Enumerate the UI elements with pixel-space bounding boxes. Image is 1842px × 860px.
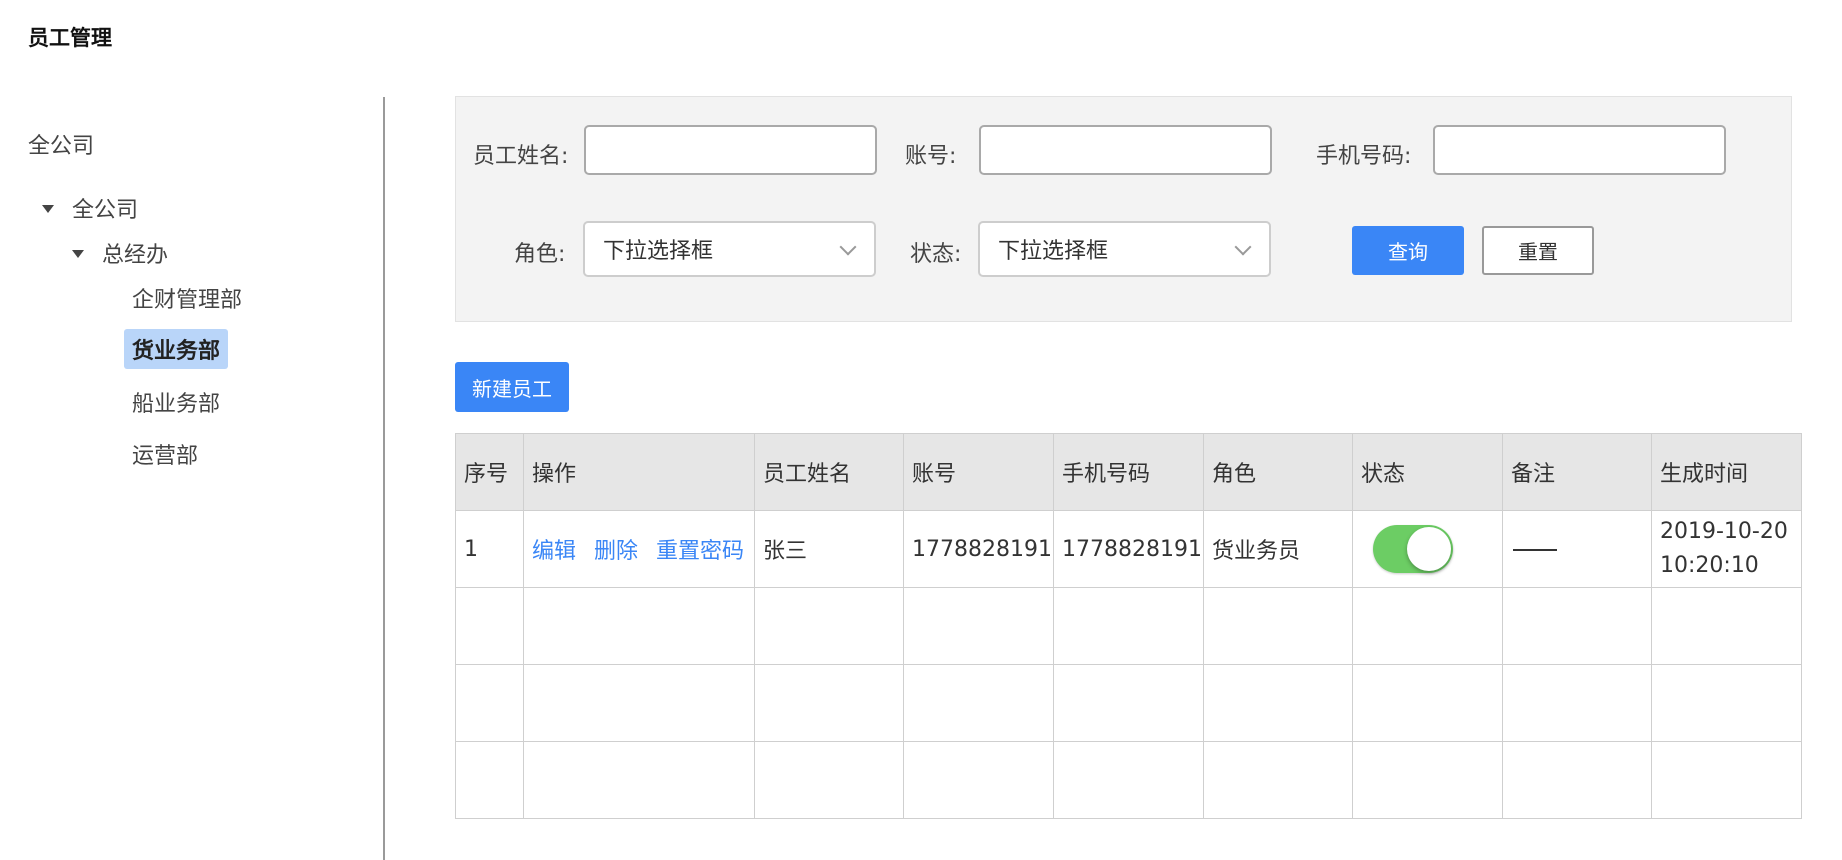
created-date: 2019-10-20 <box>1660 519 1788 544</box>
new-employee-button[interactable]: 新建员工 <box>455 362 569 412</box>
cell-actions: 编辑 删除 重置密码 <box>523 510 755 588</box>
tree-node-general-office[interactable]: 总经办 <box>72 237 168 269</box>
status-select-value: 下拉选择框 <box>998 239 1109 264</box>
cell-created: 2019-10-20 10:20:10 <box>1651 510 1802 588</box>
column-header-status: 状态 <box>1352 433 1503 511</box>
status-select[interactable]: 下拉选择框 <box>978 221 1271 277</box>
page-title: 员工管理 <box>28 26 112 50</box>
sidebar-company-label[interactable]: 全公司 <box>28 128 94 160</box>
column-header-role: 角色 <box>1203 433 1353 511</box>
caret-down-icon[interactable] <box>72 250 84 258</box>
chevron-down-icon <box>1234 238 1252 256</box>
tree-node-general-office-label: 总经办 <box>102 243 169 268</box>
cell-account: 17788281910 <box>903 510 1054 588</box>
employee-table: 序号 操作 员工姓名 账号 手机号码 角色 状态 备注 生成时间 1 编辑 删除重… <box>455 433 1802 819</box>
edit-link[interactable]: 编辑 <box>532 539 576 564</box>
role-label: 角色: <box>514 242 566 267</box>
name-label: 员工姓名: <box>473 144 569 169</box>
table-row-empty <box>455 664 1802 742</box>
table-row-empty <box>455 587 1802 665</box>
chevron-down-icon <box>839 238 857 256</box>
table-row: 1 编辑 删除 重置密码 张三 17788281910 17788281910 货业… <box>455 510 1802 588</box>
tree-leaf-operations[interactable]: 运营部 <box>124 434 206 474</box>
cell-index: 1 <box>455 510 524 588</box>
column-header-actions: 操作 <box>523 433 755 511</box>
sidebar-divider <box>383 97 385 860</box>
empty-dash-icon <box>1513 548 1557 551</box>
account-input[interactable] <box>979 125 1272 175</box>
column-header-created: 生成时间 <box>1651 433 1802 511</box>
created-time: 10:20:10 <box>1660 553 1759 578</box>
cell-remark <box>1502 510 1652 588</box>
reset-password-link[interactable]: 重置密码 <box>656 539 744 564</box>
tree-leaf-cargo[interactable]: 货业务部 <box>124 329 229 369</box>
account-label: 账号: <box>905 144 957 169</box>
status-toggle[interactable] <box>1373 525 1453 573</box>
cell-phone: 17788281910 <box>1053 510 1204 588</box>
cell-status <box>1352 510 1503 588</box>
tree-node-root[interactable]: 全公司 <box>42 192 138 224</box>
cell-role: 货业务员 <box>1203 510 1353 588</box>
phone-label: 手机号码: <box>1316 144 1412 169</box>
column-header-name: 员工姓名 <box>754 433 904 511</box>
phone-input[interactable] <box>1433 125 1726 175</box>
tree-node-root-label: 全公司 <box>72 198 139 223</box>
role-select-value: 下拉选择框 <box>603 239 714 264</box>
tree-leaf-shipping[interactable]: 船业务部 <box>124 382 228 422</box>
column-header-account: 账号 <box>903 433 1054 511</box>
table-header-row: 序号 操作 员工姓名 账号 手机号码 角色 状态 备注 生成时间 <box>455 433 1802 511</box>
column-header-remark: 备注 <box>1502 433 1652 511</box>
delete-link[interactable]: 删除 <box>594 539 638 564</box>
search-button[interactable]: 查询 <box>1352 226 1464 275</box>
role-select[interactable]: 下拉选择框 <box>583 221 876 277</box>
cell-name: 张三 <box>754 510 904 588</box>
reset-button[interactable]: 重置 <box>1482 226 1594 275</box>
employee-name-input[interactable] <box>584 125 877 175</box>
toggle-knob <box>1407 527 1451 571</box>
table-row-empty <box>455 741 1802 819</box>
caret-down-icon[interactable] <box>42 205 54 213</box>
status-label: 状态: <box>910 242 962 267</box>
column-header-index: 序号 <box>455 433 524 511</box>
tree-leaf-finance[interactable]: 企财管理部 <box>124 278 250 318</box>
column-header-phone: 手机号码 <box>1053 433 1204 511</box>
